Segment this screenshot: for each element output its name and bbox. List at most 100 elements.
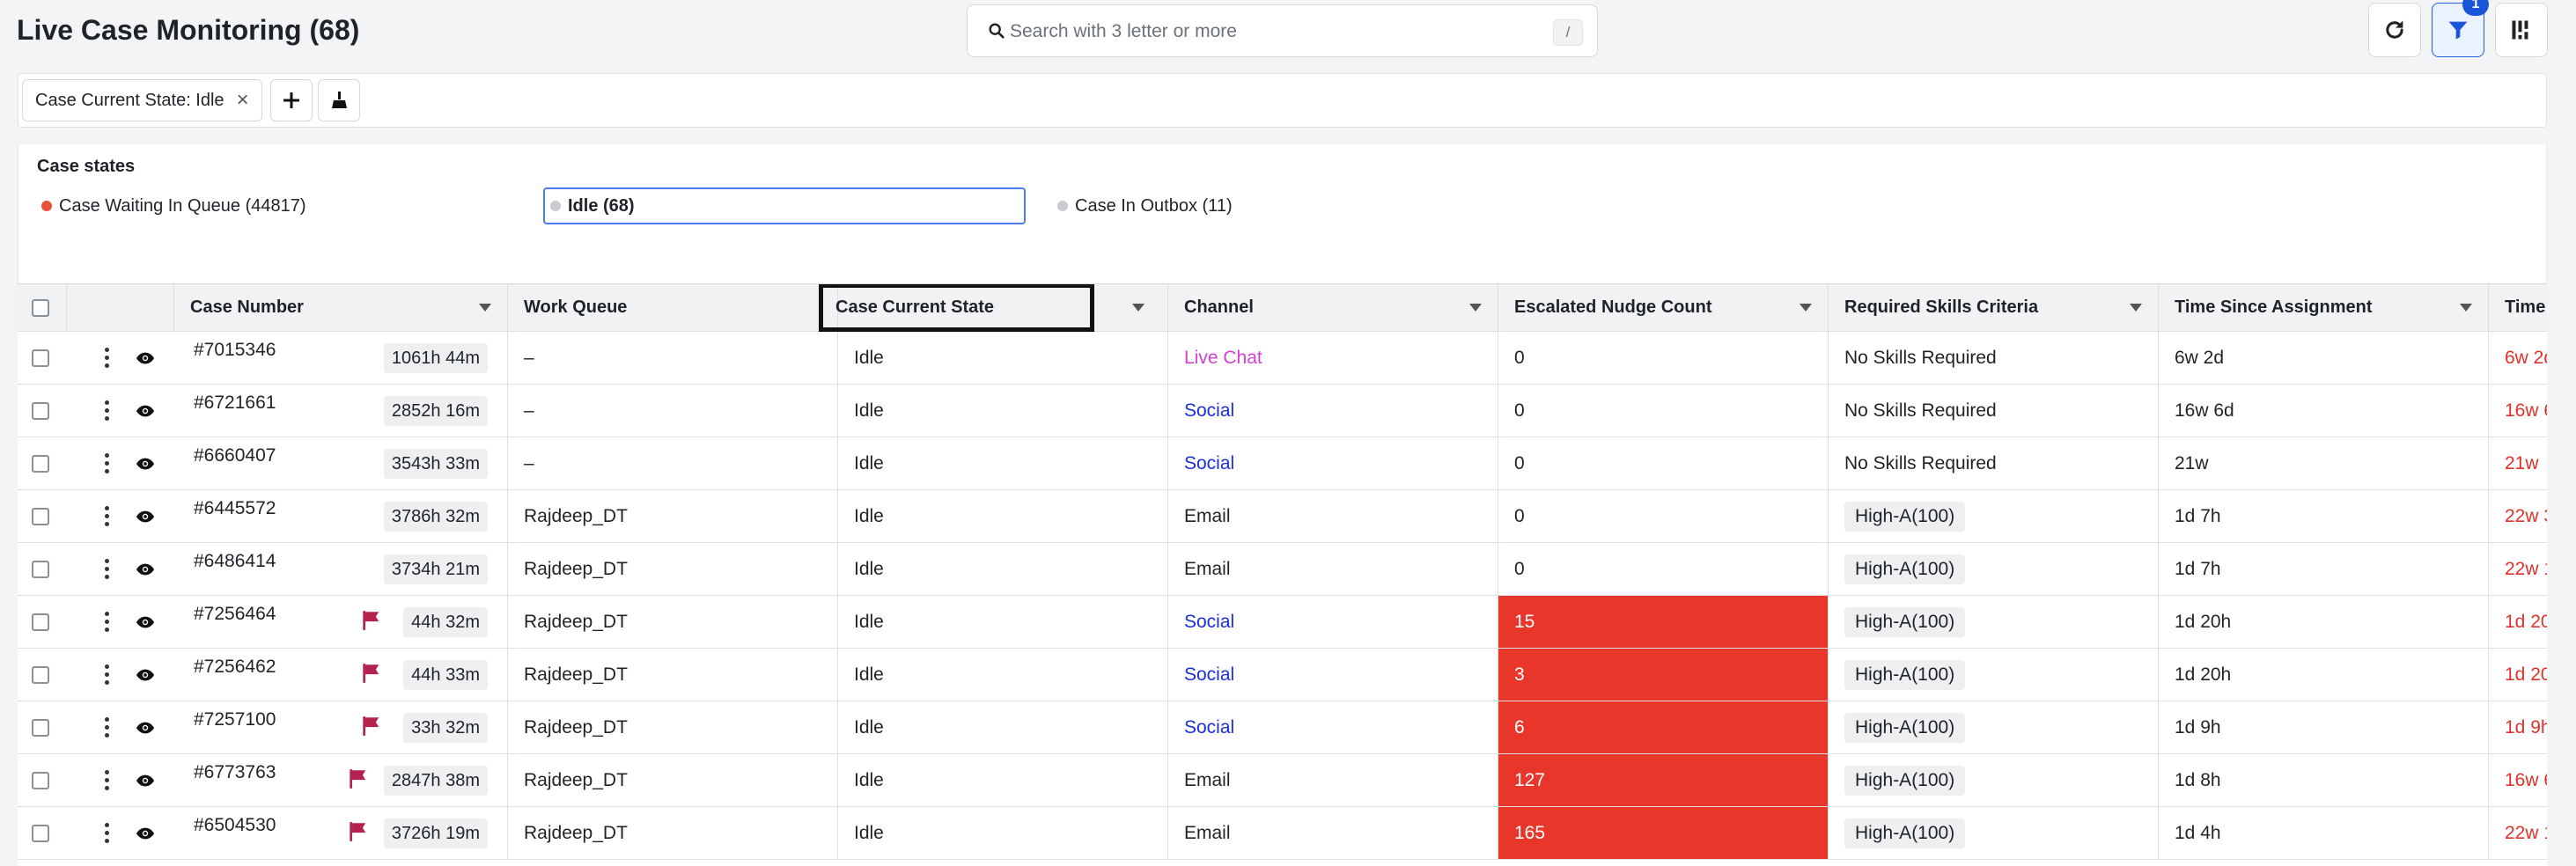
checkbox[interactable] <box>32 298 49 317</box>
checkbox[interactable] <box>32 507 49 525</box>
checkbox[interactable] <box>32 401 49 420</box>
header-case-number[interactable]: Case Number <box>174 284 508 331</box>
table-row[interactable]: #6486414 3734h 21m Rajdeep_DT Idle Email 0 Hig… <box>18 543 2547 596</box>
columns-button[interactable] <box>2495 3 2548 57</box>
table-row[interactable]: #6445572 3786h 32m Rajdeep_DT Idle Email 0 Hig… <box>18 490 2547 543</box>
cell-case-number[interactable]: #6721661 2852h 16m <box>174 385 508 437</box>
checkbox[interactable] <box>32 349 49 367</box>
more-vertical-icon[interactable] <box>104 664 109 685</box>
search-box[interactable]: / <box>967 4 1598 57</box>
case-number-link[interactable]: #6445572 <box>194 498 276 519</box>
sort-down-icon[interactable] <box>2460 304 2472 312</box>
row-select[interactable] <box>18 385 67 437</box>
table-row[interactable]: #7257100 33h 32m Rajdeep_DT Idle Social 6 High… <box>18 701 2547 754</box>
cell-case-number[interactable]: #6486414 3734h 21m <box>174 543 508 595</box>
checkbox[interactable] <box>32 824 49 842</box>
eye-icon[interactable] <box>136 826 155 840</box>
header-case-current-state[interactable]: Case Current State <box>819 284 1094 332</box>
case-number-link[interactable]: #6504530 <box>194 815 276 836</box>
case-number-link[interactable]: #7256462 <box>194 657 276 678</box>
eye-icon[interactable] <box>136 351 155 365</box>
header-state-sort[interactable] <box>1093 284 1168 331</box>
header-channel[interactable]: Channel <box>1168 284 1498 331</box>
sort-down-icon[interactable] <box>1800 304 1812 312</box>
more-vertical-icon[interactable] <box>104 612 109 632</box>
case-number-link[interactable]: #7256464 <box>194 604 276 625</box>
checkbox[interactable] <box>32 613 49 631</box>
header-work-queue[interactable]: Work Queue <box>508 284 838 331</box>
eye-icon[interactable] <box>136 562 155 576</box>
more-vertical-icon[interactable] <box>104 559 109 579</box>
table-row[interactable]: #6660407 3543h 33m – Idle Social 0 No Skills R… <box>18 437 2547 490</box>
row-select[interactable] <box>18 490 67 542</box>
header-time-in[interactable]: Time in <box>2489 284 2547 331</box>
header-escalated-nudge-count[interactable]: Escalated Nudge Count <box>1498 284 1829 331</box>
cell-case-number[interactable]: #7256462 44h 33m <box>174 649 508 701</box>
sort-down-icon[interactable] <box>479 304 491 312</box>
checkbox[interactable] <box>32 771 49 789</box>
state-idle[interactable]: Idle (68) <box>543 187 1026 224</box>
more-vertical-icon[interactable] <box>104 717 109 738</box>
sort-down-icon[interactable] <box>2130 304 2142 312</box>
case-number-link[interactable]: #7257100 <box>194 709 276 730</box>
close-icon[interactable]: × <box>237 88 249 113</box>
state-waiting-in-queue[interactable]: Case Waiting In Queue (44817) <box>41 187 306 224</box>
eye-icon[interactable] <box>136 404 155 418</box>
more-vertical-icon[interactable] <box>104 453 109 473</box>
case-number-link[interactable]: #7015346 <box>194 340 276 361</box>
filter-button[interactable]: 1 <box>2432 0 2489 57</box>
checkbox[interactable] <box>32 454 49 473</box>
header-time-since-assignment[interactable]: Time Since Assignment <box>2159 284 2489 331</box>
eye-icon[interactable] <box>136 615 155 629</box>
header-required-skills[interactable]: Required Skills Criteria <box>1829 284 2159 331</box>
case-number-link[interactable]: #6660407 <box>194 445 276 466</box>
cell-case-number[interactable]: #7257100 33h 32m <box>174 701 508 753</box>
cell-case-number[interactable]: #7256464 44h 32m <box>174 596 508 648</box>
case-number-link[interactable]: #6773763 <box>194 762 276 783</box>
filter-chip[interactable]: Case Current State: Idle × <box>22 79 262 121</box>
cell-case-number[interactable]: #6504530 3726h 19m <box>174 807 508 859</box>
eye-icon[interactable] <box>136 668 155 682</box>
more-vertical-icon[interactable] <box>104 348 109 368</box>
cell-case-number[interactable]: #6660407 3543h 33m <box>174 437 508 489</box>
row-select[interactable] <box>18 596 67 648</box>
eye-icon[interactable] <box>136 457 155 471</box>
eye-icon[interactable] <box>136 510 155 524</box>
table-row[interactable]: #6773763 2847h 38m Rajdeep_DT Idle Email 127 H… <box>18 754 2547 807</box>
cell-case-number[interactable]: #6773763 2847h 38m <box>174 754 508 806</box>
row-select[interactable] <box>18 701 67 753</box>
row-select[interactable] <box>18 649 67 701</box>
row-select[interactable] <box>18 807 67 859</box>
checkbox[interactable] <box>32 665 49 684</box>
more-vertical-icon[interactable] <box>104 506 109 526</box>
add-filter-button[interactable] <box>270 79 313 121</box>
sort-down-icon[interactable] <box>1469 304 1482 312</box>
table-row[interactable]: #7015346 1061h 44m – Idle Live Chat 0 No Skill… <box>18 332 2547 385</box>
table-row[interactable]: #6721661 2852h 16m – Idle Social 0 No Skills R… <box>18 385 2547 437</box>
header-select-all[interactable] <box>18 284 67 331</box>
state-in-outbox[interactable]: Case In Outbox (11) <box>1057 187 1233 224</box>
more-vertical-icon[interactable] <box>104 823 109 843</box>
more-vertical-icon[interactable] <box>104 400 109 421</box>
row-select[interactable] <box>18 332 67 384</box>
sort-down-icon[interactable] <box>1132 304 1144 312</box>
eye-icon[interactable] <box>136 774 155 788</box>
checkbox[interactable] <box>32 560 49 578</box>
table-row[interactable]: #7256464 44h 32m Rajdeep_DT Idle Social 15 Hig… <box>18 596 2547 649</box>
table-row[interactable]: #7256462 44h 33m Rajdeep_DT Idle Social 3 High… <box>18 649 2547 701</box>
search-input[interactable] <box>1010 12 1538 51</box>
checkbox[interactable] <box>32 718 49 737</box>
cell-case-number[interactable]: #6445572 3786h 32m <box>174 490 508 542</box>
table-row[interactable]: #6504530 3726h 19m Rajdeep_DT Idle Email 165 H… <box>18 807 2547 860</box>
case-number-link[interactable]: #6721661 <box>194 393 276 414</box>
case-number-link[interactable]: #6486414 <box>194 551 276 572</box>
row-select[interactable] <box>18 754 67 806</box>
more-vertical-icon[interactable] <box>104 770 109 790</box>
cell-case-number[interactable]: #7015346 1061h 44m <box>174 332 508 384</box>
row-select[interactable] <box>18 543 67 595</box>
refresh-button[interactable] <box>2368 3 2421 57</box>
clear-filters-button[interactable] <box>318 79 360 121</box>
eye-icon[interactable] <box>136 721 155 735</box>
cell-channel: Email <box>1168 754 1498 806</box>
row-select[interactable] <box>18 437 67 489</box>
